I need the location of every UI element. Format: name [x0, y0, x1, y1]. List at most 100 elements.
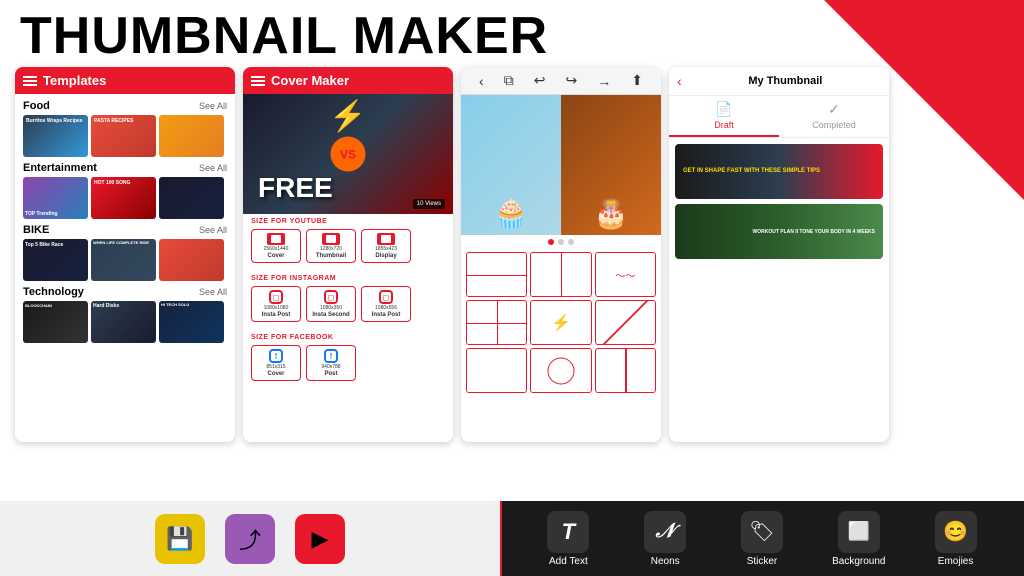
- category-ent-label: Entertainment: [23, 162, 97, 174]
- back-arrow-icon[interactable]: ‹: [677, 73, 682, 89]
- instagram-sizes: ◻ 1080x1080 Insta Post ◻ 1080x350 Insta …: [251, 286, 445, 322]
- facebook-sizes: f 851x315 Cover f 940x788 Post: [251, 345, 445, 381]
- yt-cover-icon: [267, 233, 285, 245]
- redo-icon[interactable]: ↪: [565, 72, 577, 89]
- tech-see-all[interactable]: See All: [199, 287, 227, 297]
- bike-see-all[interactable]: See All: [199, 225, 227, 235]
- tab-completed[interactable]: ✓ Completed: [779, 96, 889, 137]
- background-label: Background: [832, 556, 885, 567]
- completed-icon: ✓: [784, 101, 884, 118]
- template-grid: [461, 249, 661, 396]
- ent-thumb-3[interactable]: [159, 177, 224, 219]
- fb-label-1: Cover: [267, 371, 284, 377]
- background-tool[interactable]: ⬜ Background: [824, 511, 894, 567]
- fb-icon-2: f: [324, 349, 338, 363]
- dot-1[interactable]: [548, 239, 554, 245]
- ent-thumb-1[interactable]: [23, 177, 88, 219]
- food-see-all[interactable]: See All: [199, 101, 227, 111]
- yt-display[interactable]: 1855x423 Display: [361, 229, 411, 263]
- insta-label-2: Insta Second: [312, 312, 349, 318]
- yt-thumbnail-icon: [322, 233, 340, 245]
- yt-cover[interactable]: 2560x1440 Cover: [251, 229, 301, 263]
- yt-thumbnail-size: 1280x720: [320, 246, 342, 252]
- share-button[interactable]: ⤴: [225, 514, 275, 564]
- editor-toolbar: ‹ ⧉ ↩ ↪ → ⬆: [461, 67, 661, 95]
- phones-container: Templates Food See All Entertainment See…: [0, 67, 1024, 447]
- emojies-label: Emojies: [938, 556, 974, 567]
- bike-thumbs: [23, 239, 227, 281]
- tab-draft[interactable]: 📄 Draft: [669, 96, 779, 137]
- insta-size-2: 1080x350: [320, 305, 342, 311]
- layers-icon[interactable]: ⧉: [504, 72, 514, 89]
- template-split-v[interactable]: [530, 252, 591, 297]
- dot-3[interactable]: [568, 239, 574, 245]
- phone-editor: ‹ ⧉ ↩ ↪ → ⬆ 🧁 🎂: [461, 67, 661, 442]
- insta-icon-3: ◻: [379, 290, 393, 304]
- bike-thumb-2[interactable]: [91, 239, 156, 281]
- youtube-button[interactable]: ▶: [295, 514, 345, 564]
- bottom-right-bar: T Add Text 𝒩 Neons 🏷 Sticker ⬜ Backgroun…: [500, 501, 1024, 576]
- carousel-dots: [461, 235, 661, 249]
- cupcake-icon-left: 🧁: [494, 197, 529, 230]
- forward-icon[interactable]: →: [597, 73, 611, 89]
- insta-second[interactable]: ◻ 1080x350 Insta Second: [306, 286, 356, 322]
- thumbnail-list: [669, 138, 889, 265]
- food-thumb-1[interactable]: [23, 115, 88, 157]
- header: THUMBNAIL MAKER: [0, 0, 1024, 67]
- template-blank[interactable]: [466, 348, 527, 393]
- youtube-label: SIZE FOR YOUTUBE: [251, 218, 445, 225]
- category-food-label: Food: [23, 100, 50, 112]
- hamburger-icon[interactable]: [23, 76, 37, 86]
- template-split-v-2[interactable]: [595, 348, 656, 393]
- neons-label: Neons: [651, 556, 680, 567]
- back-icon[interactable]: ‹: [479, 73, 484, 89]
- category-bike-label: BIKE: [23, 224, 49, 236]
- category-tech-row: Technology See All: [23, 286, 227, 298]
- ent-thumb-2[interactable]: [91, 177, 156, 219]
- template-lightning[interactable]: [530, 300, 591, 345]
- hamburger-icon-2[interactable]: [251, 76, 265, 86]
- sticker-label: Sticker: [747, 556, 778, 567]
- undo-icon[interactable]: ↩: [534, 72, 546, 89]
- neons-tool[interactable]: 𝒩 Neons: [630, 511, 700, 567]
- share-icon: ⤴: [225, 514, 275, 564]
- views-badge: 10 Views: [413, 199, 445, 209]
- insta-post-3[interactable]: ◻ 1080x556 Insta Post: [361, 286, 411, 322]
- template-diagonal[interactable]: [595, 300, 656, 345]
- yt-display-size: 1855x423: [375, 246, 397, 252]
- food-thumb-2[interactable]: [91, 115, 156, 157]
- youtube-section: SIZE FOR YOUTUBE 2560x1440 Cover 1280x72…: [243, 214, 453, 271]
- insta-icon-1: ◻: [269, 290, 283, 304]
- thumbnail-preview-2[interactable]: [675, 204, 883, 259]
- fb-card-1[interactable]: f 851x315 Cover: [251, 345, 301, 381]
- dot-2[interactable]: [558, 239, 564, 245]
- template-split-4[interactable]: [466, 300, 527, 345]
- yt-thumbnail[interactable]: 1280x720 Thumbnail: [306, 229, 356, 263]
- add-text-tool[interactable]: T Add Text: [533, 511, 603, 567]
- ent-see-all[interactable]: See All: [199, 163, 227, 173]
- sticker-tool[interactable]: 🏷 Sticker: [727, 511, 797, 567]
- tech-thumb-1[interactable]: [23, 301, 88, 343]
- my-thumb-header: ‹ My Thumbnail: [669, 67, 889, 96]
- thumbnail-preview-1[interactable]: [675, 144, 883, 199]
- template-split-h[interactable]: [466, 252, 527, 297]
- fb-size-1: 851x315: [266, 364, 285, 370]
- phone-templates: Templates Food See All Entertainment See…: [15, 67, 235, 442]
- fb-card-2[interactable]: f 940x788 Post: [306, 345, 356, 381]
- export-icon[interactable]: ⬆: [631, 72, 643, 89]
- fb-icon-1: f: [269, 349, 283, 363]
- save-button[interactable]: 💾: [155, 514, 205, 564]
- bike-thumb-3[interactable]: [159, 239, 224, 281]
- category-food-row: Food See All: [23, 100, 227, 112]
- insta-post-1[interactable]: ◻ 1080x1080 Insta Post: [251, 286, 301, 322]
- bike-thumb-1[interactable]: [23, 239, 88, 281]
- bottom-divider: [500, 501, 502, 576]
- vs-badge: VS: [331, 137, 366, 172]
- food-thumb-3[interactable]: [159, 115, 224, 157]
- emojies-tool[interactable]: 😊 Emojies: [921, 511, 991, 567]
- template-circle[interactable]: [530, 348, 591, 393]
- tech-thumb-2[interactable]: [91, 301, 156, 343]
- facebook-section: SIZE FOR FACEBOOK f 851x315 Cover f 940x…: [243, 330, 453, 389]
- template-wave[interactable]: [595, 252, 656, 297]
- tech-thumb-3[interactable]: [159, 301, 224, 343]
